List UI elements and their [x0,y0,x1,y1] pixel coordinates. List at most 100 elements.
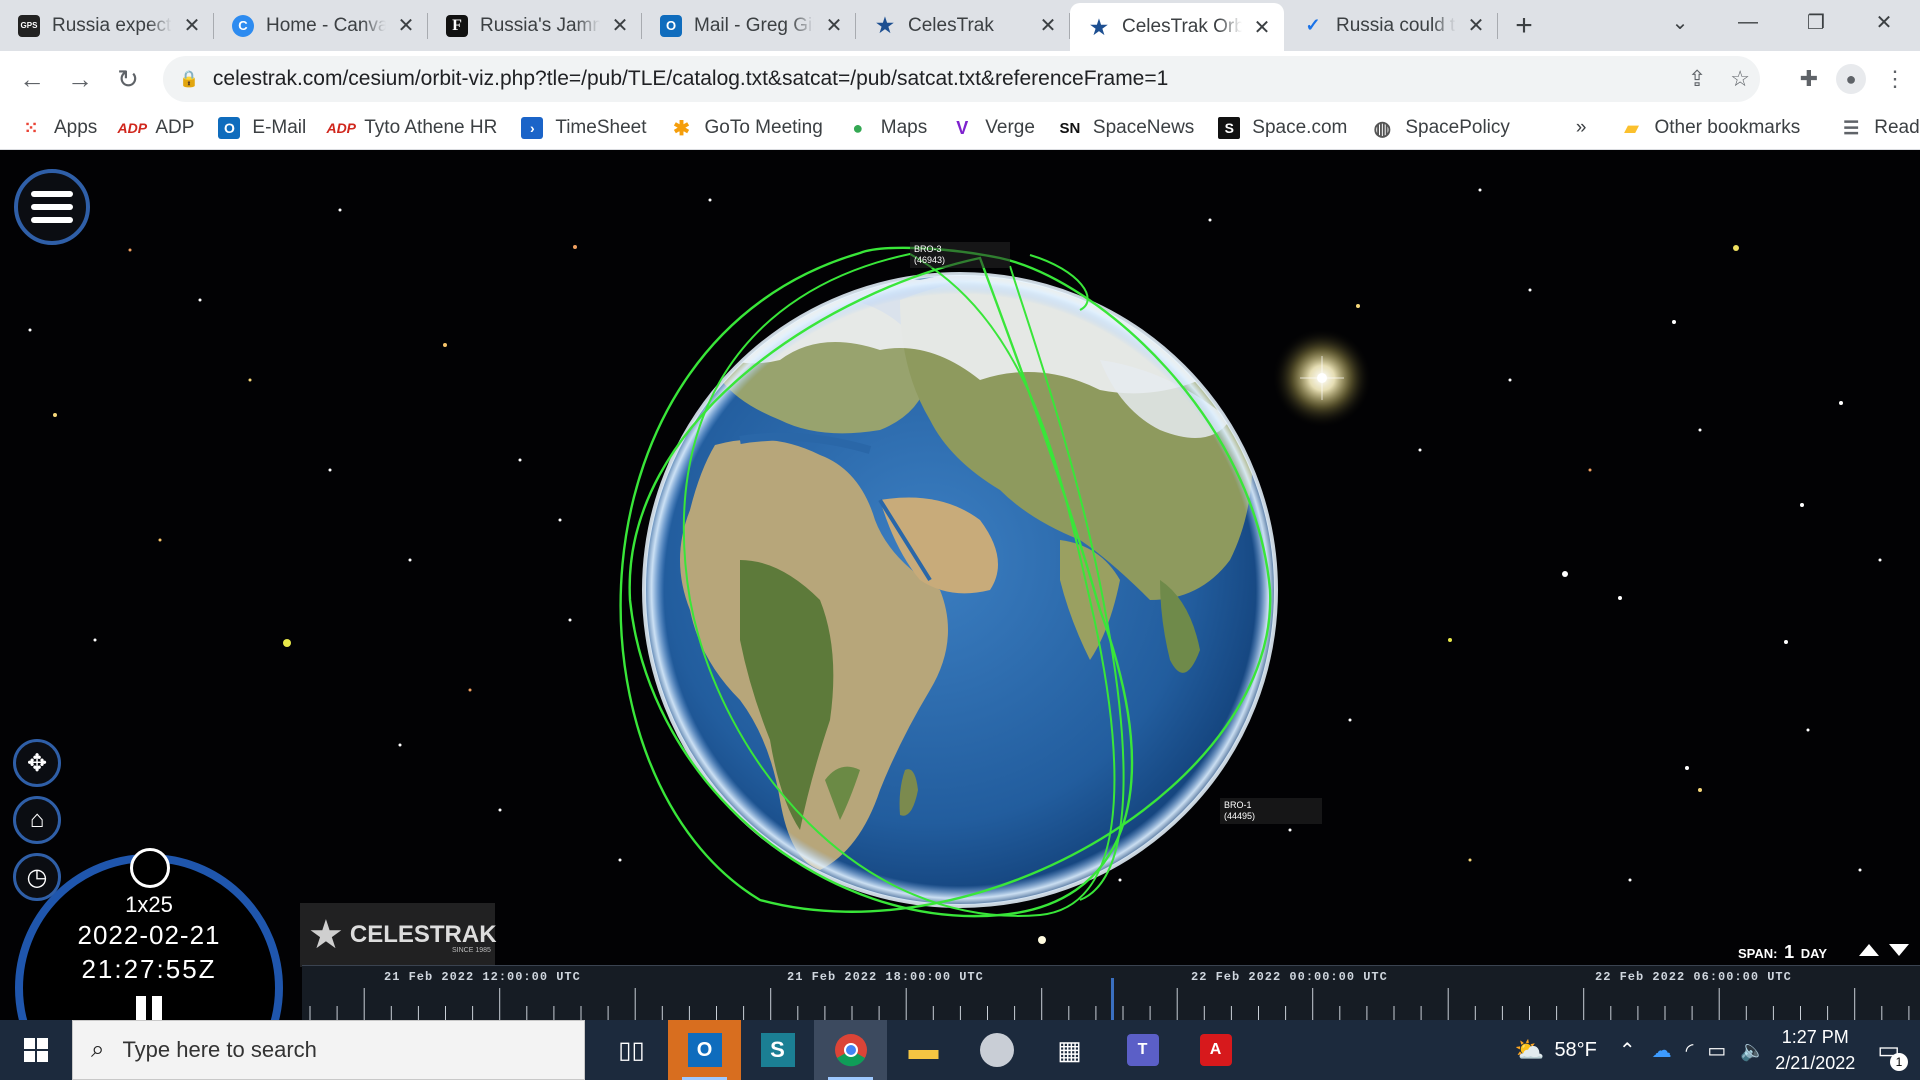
battery-icon[interactable]: ▭ [1707,1038,1726,1063]
close-icon[interactable]: ✕ [824,15,844,37]
taskbar-outlook[interactable]: O [668,1020,741,1080]
bookmark-maps[interactable]: ● Maps [847,117,927,139]
restore-button[interactable]: ❐ [1782,0,1850,44]
bookmark-apps[interactable]: ⁙ Apps [20,117,97,139]
bookmark-verge[interactable]: V Verge [951,117,1035,139]
close-icon[interactable]: ✕ [182,15,202,37]
profile-avatar[interactable]: ● [1836,64,1866,94]
taskbar-sharepoint[interactable]: S [741,1020,814,1080]
windows-icon [24,1038,48,1062]
url-text[interactable]: celestrak.com/cesium/orbit-viz.php?tle=/… [213,67,1168,91]
address-bar[interactable]: 🔒 celestrak.com/cesium/orbit-viz.php?tle… [163,56,1760,102]
taskbar-calculator[interactable]: ▦ [1033,1020,1106,1080]
pause-button[interactable] [136,996,162,1022]
taskbar-time: 1:27 PM [1781,1027,1849,1047]
bookmark-label: Maps [880,117,928,138]
satellite-button[interactable]: ✥ [13,739,61,787]
taskbar-search-input[interactable]: ⌕ Type here to search [72,1020,585,1080]
back-button[interactable]: ← [8,55,56,103]
celestrak-icon: ★ [1090,16,1108,39]
taskbar-date: 2/21/2022 [1775,1053,1856,1073]
tab-russia-could[interactable]: ✓ Russia could target ✕ [1284,0,1498,51]
tab-celestrak-orbit[interactable]: ★ CelesTrak Orbit Visualization ✕ [1070,3,1284,51]
bookmark-spacepolicy[interactable]: ◍ SpacePolicy [1371,117,1510,140]
onedrive-icon[interactable]: ☁ [1652,1038,1672,1063]
task-view-button[interactable]: ▯▯ [595,1020,668,1080]
close-icon[interactable]: ✕ [1466,15,1486,37]
timeline-bar[interactable]: 21 Feb 2022 12:00:00 UTC 21 Feb 2022 18:… [302,965,1920,1021]
forward-button[interactable]: → [56,55,104,103]
timesheet-icon: › [521,117,544,139]
satellite-label-bro3[interactable]: BRO-3 (46943) [910,242,1010,268]
reading-list[interactable]: ☰ Reading list [1840,117,1920,139]
bookmark-timesheet[interactable]: › TimeSheet [521,117,646,139]
bookmarks-overflow[interactable]: » [1576,117,1587,139]
speed-knob[interactable] [130,848,170,888]
new-tab-button[interactable]: + [1504,0,1544,51]
other-bookmarks[interactable]: ▰ Other bookmarks [1620,117,1801,139]
url-host: celestrak.com [212,67,343,90]
span-decrease-button[interactable] [1889,944,1909,956]
search-icon: ⌕ [91,1036,105,1063]
tab-title: Mail - Greg Gillinger [694,14,814,36]
close-icon[interactable]: ✕ [610,15,630,37]
tab-mail[interactable]: O Mail - Greg Gillinger ✕ [642,0,856,51]
span-unit: DAY [1800,946,1828,961]
reload-button[interactable]: ↻ [104,55,152,103]
hamburger-menu-button[interactable] [14,169,90,245]
tab-russia-jamming[interactable]: F Russia's Jamming ✕ [428,0,642,51]
satellite-label-bro1[interactable]: BRO-1 (44495) [1220,798,1322,824]
span-increase-button[interactable] [1859,944,1879,956]
satellite-id: (46943) [914,255,946,265]
taskbar-app-pro[interactable] [960,1020,1033,1080]
taskbar-teams[interactable]: T [1106,1020,1179,1080]
bookmark-spacecom[interactable]: S Space.com [1218,117,1347,139]
outlook-icon: O [660,14,682,37]
taskbar-acrobat[interactable]: A [1179,1020,1252,1080]
taskbar-chrome[interactable] [814,1020,887,1080]
weather-icon[interactable]: ⛅ [1515,1036,1545,1065]
taskbar-file-explorer[interactable]: ▬ [887,1020,960,1080]
task-view-icon: ▯▯ [618,1036,645,1064]
bookmark-tyto[interactable]: ADP Tyto Athene HR [326,117,497,139]
close-window-button[interactable]: ✕ [1850,0,1918,44]
notification-center-button[interactable]: ▭ 1 [1877,1036,1908,1071]
taskbar-clock[interactable]: 1:27 PM 2/21/2022 [1775,1024,1855,1076]
satellite-icon: ✥ [26,749,48,777]
cesium-viewport[interactable]: BRO-3 (46943) BRO-1 (44495) [0,150,1920,1020]
start-button[interactable] [0,1020,72,1080]
minimize-button[interactable]: — [1714,0,1782,44]
checkmark-icon: ✓ [1305,15,1321,35]
tab-canva[interactable]: C Home - Canva ✕ [214,0,428,51]
url-path: /cesium/orbit-viz.php?tle=/pub/TLE/catal… [342,67,1169,90]
close-icon[interactable]: ✕ [396,15,416,37]
tray-overflow-icon[interactable]: ⌃ [1619,1038,1636,1063]
extensions-icon[interactable]: ✚ [1800,66,1818,92]
bookmark-adp[interactable]: ADP ADP [118,117,195,139]
span-controls [1859,944,1909,956]
bookmarks-bar: ⁙ Apps ADP ADP O E-Mail ADP Tyto Athene HR ›… [0,107,1920,150]
close-icon[interactable]: ✕ [1038,15,1058,37]
satellite-id: (44495) [1224,811,1256,821]
timeline-current-marker[interactable] [1111,978,1114,1021]
bookmark-spacenews[interactable]: SN SpaceNews [1059,117,1194,139]
notification-badge: 1 [1890,1052,1908,1071]
tab-russia-expected[interactable]: GPS Russia expected to ✕ [0,0,214,51]
share-icon[interactable]: ⇪ [1688,66,1706,92]
close-icon[interactable]: ✕ [1252,17,1272,39]
home-button[interactable]: ⌂ [13,796,61,844]
menu-kebab-icon[interactable]: ⋮ [1884,66,1906,92]
volume-icon[interactable]: 🔈 [1740,1038,1765,1063]
maps-pin-icon: ● [852,117,864,138]
span-value: 1 [1784,942,1795,962]
tab-search-icon[interactable]: ⌄ [1646,0,1714,44]
weather-temp[interactable]: 58°F [1554,1039,1596,1062]
bookmark-goto[interactable]: ✱ GoTo Meeting [670,117,823,140]
bookmark-email[interactable]: O E-Mail [218,117,306,139]
wifi-icon[interactable]: ◜ [1686,1038,1694,1063]
system-tray: ⛅ 58°F ⌃ ☁ ◜ ▭ 🔈 1:27 PM 2/21/2022 ▭ 1 [1515,1020,1920,1080]
lock-icon[interactable]: 🔒 [179,69,199,89]
tab-celestrak[interactable]: ★ CelesTrak ✕ [856,0,1070,51]
bookmark-star-icon[interactable]: ☆ [1730,66,1750,92]
forbes-icon: F [446,14,468,37]
